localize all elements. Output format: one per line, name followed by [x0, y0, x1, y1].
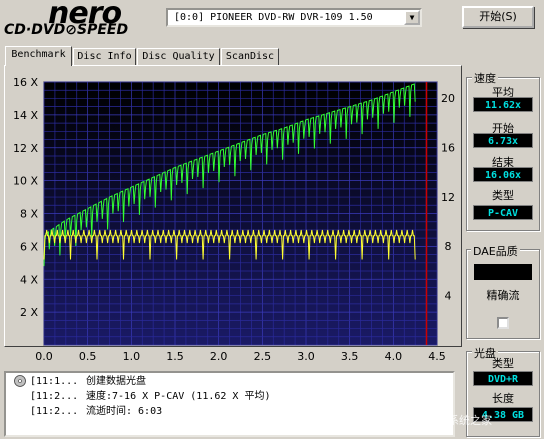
- y2-tick-label: 4: [445, 290, 452, 303]
- log-time: [11:2...: [30, 391, 79, 402]
- log-text: 流逝时间: 6:03: [86, 406, 163, 417]
- start-button[interactable]: 开始(S): [462, 6, 534, 28]
- y2-tick-label: 12: [441, 191, 455, 204]
- y2-tick-label: 8: [445, 240, 452, 253]
- tab-disc-quality[interactable]: Disc Quality: [137, 48, 220, 65]
- disc-length-label: 长度: [492, 392, 514, 405]
- start-speed-value: 6.73x: [473, 133, 533, 148]
- y-tick-label: 6 X: [20, 240, 38, 253]
- y2-tick-label: 20: [441, 92, 455, 105]
- log-entry: [11:1... 创建数据光盘: [30, 375, 146, 388]
- x-tick-label: 4.5: [428, 350, 446, 363]
- log-entry: [11:2... 速度:7-16 X P-CAV (11.62 X 平均): [30, 390, 271, 403]
- x-tick-label: 1.5: [166, 350, 184, 363]
- log-entry: [11:2... 流逝时间: 6:03: [30, 405, 162, 418]
- disc-type-label: 类型: [492, 357, 514, 370]
- tab-disc-info[interactable]: Disc Info: [73, 48, 136, 65]
- y-tick-label: 14 X: [13, 109, 38, 122]
- dae-quality-value: [474, 264, 532, 280]
- cd-icon: [14, 375, 26, 387]
- watermark-text: 系统之家: [448, 414, 492, 427]
- nero-logo: nero CD·DVD⊘SPEED: [4, 0, 154, 44]
- speed-type-label: 类型: [492, 189, 514, 202]
- x-tick-label: 0.5: [79, 350, 97, 363]
- tab-benchmark[interactable]: Benchmark: [5, 46, 72, 66]
- disc-type-value: DVD+R: [473, 371, 533, 386]
- logo-sub-text: CD·DVD⊘SPEED: [4, 22, 129, 38]
- x-tick-label: 2.0: [210, 350, 228, 363]
- y-tick-label: 10 X: [13, 175, 38, 188]
- benchmark-chart: 0.0 0.5 1.0 1.5 2.0 2.5 3.0 3.5 4.0 4.5 16 X 14 X 1…: [13, 76, 455, 363]
- x-tick-label: 3.0: [297, 350, 315, 363]
- speed-type-value: P-CAV: [473, 205, 533, 220]
- log-list[interactable]: [11:1... 创建数据光盘 [11:2... 速度:7-16 X P-CAV (…: [4, 371, 455, 437]
- y2-tick-label: 16: [441, 141, 455, 154]
- chevron-down-icon[interactable]: ▼: [404, 10, 420, 25]
- tab-scandisc[interactable]: ScanDisc: [221, 48, 279, 65]
- end-speed-value: 16.06x: [473, 167, 533, 182]
- y-tick-label: 8 X: [20, 208, 38, 221]
- y-tick-label: 12 X: [13, 142, 38, 155]
- x-tick-label: 3.5: [341, 350, 359, 363]
- accurate-stream-checkbox[interactable]: [497, 317, 509, 329]
- x-tick-label: 1.0: [123, 350, 141, 363]
- x-tick-label: 4.0: [385, 350, 403, 363]
- y-tick-label: 16 X: [13, 76, 38, 89]
- drive-select[interactable]: [0:0] PIONEER DVD-RW DVR-109 1.50 ▼: [166, 8, 422, 27]
- accurate-stream-label: 精确流: [486, 289, 520, 302]
- log-time: [11:2...: [30, 406, 79, 417]
- log-time: [11:1...: [30, 376, 79, 387]
- x-tick-label: 2.5: [254, 350, 272, 363]
- average-speed-value: 11.62x: [473, 97, 533, 112]
- dae-quality-title: DAE品质: [471, 243, 520, 259]
- log-text: 创建数据光盘: [86, 376, 146, 387]
- log-text: 速度:7-16 X P-CAV (11.62 X 平均): [86, 391, 271, 402]
- y-tick-label: 4 X: [20, 273, 38, 286]
- drive-select-value: [0:0] PIONEER DVD-RW DVR-109 1.50: [174, 12, 373, 23]
- y-tick-label: 2 X: [20, 306, 38, 319]
- x-tick-label: 0.0: [35, 350, 53, 363]
